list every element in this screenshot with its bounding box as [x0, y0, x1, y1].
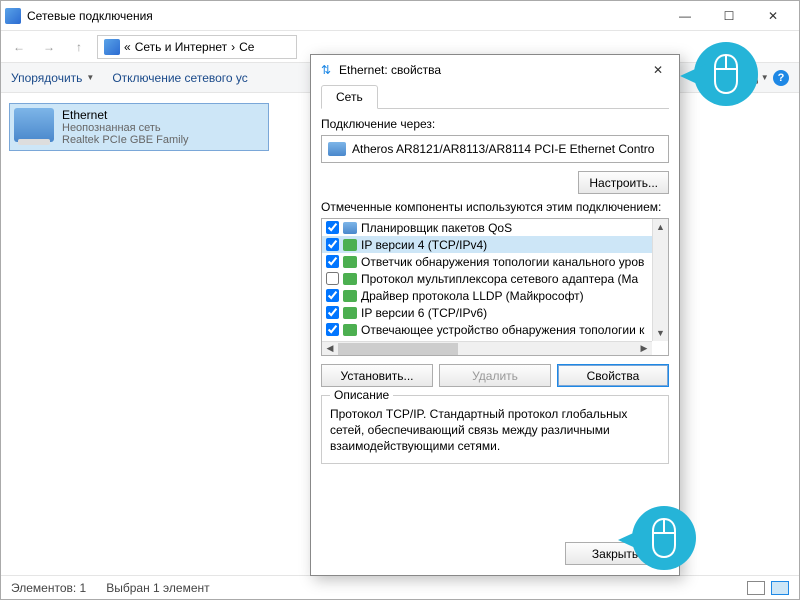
tab-network[interactable]: Сеть [321, 85, 378, 109]
scroll-thumb[interactable] [338, 343, 458, 355]
connect-via-label: Подключение через: [321, 117, 669, 131]
component-row[interactable]: Ответчик обнаружения топологии канальног… [322, 253, 652, 270]
hint-click-close [694, 42, 758, 106]
help-icon[interactable]: ? [773, 70, 789, 86]
dialog-titlebar: ⇅ Ethernet: свойства ✕ [311, 55, 679, 85]
components-listbox[interactable]: Планировщик пакетов QoS IP версии 4 (TCP/… [321, 218, 669, 356]
component-row[interactable]: Планировщик пакетов QoS [322, 219, 652, 236]
protocol-icon [343, 324, 357, 336]
configure-button[interactable]: Настроить... [578, 171, 669, 194]
adapter-item-ethernet[interactable]: Ethernet Неопознанная сеть Realtek PCIe … [9, 103, 269, 151]
breadcrumb[interactable]: « Сеть и Интернет › Се [97, 35, 297, 59]
status-bar: Элементов: 1 Выбран 1 элемент [1, 575, 799, 599]
component-label: IP версии 6 (TCP/IPv6) [361, 306, 487, 320]
organize-menu[interactable]: Упорядочить ▼ [11, 71, 94, 85]
component-checkbox[interactable] [326, 221, 339, 234]
scroll-right-icon[interactable]: ▶ [636, 342, 652, 355]
maximize-button[interactable]: ☐ [707, 2, 751, 30]
ethernet-properties-dialog: ⇅ Ethernet: свойства ✕ Сеть Подключение … [310, 54, 680, 576]
window-title: Сетевые подключения [27, 9, 663, 23]
tab-strip: Сеть [321, 85, 669, 109]
details-view-icon[interactable] [747, 581, 765, 595]
titlebar: Сетевые подключения — ☐ ✕ [1, 1, 799, 31]
component-checkbox[interactable] [326, 255, 339, 268]
component-row[interactable]: IP версии 4 (TCP/IPv4) [322, 236, 652, 253]
adapter-device: Realtek PCIe GBE Family [62, 134, 189, 146]
component-checkbox[interactable] [326, 238, 339, 251]
component-row[interactable]: Отвечающее устройство обнаружения тополо… [322, 321, 652, 338]
hint-click-close-button [632, 506, 696, 570]
component-row[interactable]: Драйвер протокола LLDP (Майкрософт) [322, 287, 652, 304]
component-checkbox[interactable] [326, 323, 339, 336]
network-connections-icon [5, 8, 21, 24]
up-button[interactable]: ↑ [67, 35, 91, 59]
disable-label: Отключение сетевого ус [112, 71, 247, 85]
component-checkbox[interactable] [326, 289, 339, 302]
status-selected: Выбран 1 элемент [106, 581, 209, 595]
component-label: Планировщик пакетов QoS [361, 221, 512, 235]
adapter-full-name: Atheros AR8121/AR8113/AR8114 PCI-E Ether… [352, 142, 654, 156]
adapter-status: Неопознанная сеть [62, 122, 189, 134]
control-panel-icon [104, 39, 120, 55]
adapter-icon [14, 108, 54, 142]
dialog-title: Ethernet: свойства [339, 63, 641, 77]
qos-icon [343, 222, 357, 234]
scroll-down-icon[interactable]: ▼ [653, 325, 668, 341]
component-label: IP версии 4 (TCP/IPv4) [361, 238, 487, 252]
protocol-icon [343, 256, 357, 268]
minimize-button[interactable]: — [663, 2, 707, 30]
breadcrumb-chevron: › [231, 40, 235, 54]
ethernet-icon: ⇅ [319, 63, 333, 77]
components-label: Отмеченные компоненты используются этим … [321, 200, 669, 214]
component-checkbox[interactable] [326, 272, 339, 285]
component-label: Протокол мультиплексора сетевого адаптер… [361, 272, 638, 286]
protocol-icon [343, 307, 357, 319]
adapter-name: Ethernet [62, 108, 189, 122]
status-count: Элементов: 1 [11, 581, 86, 595]
organize-label: Упорядочить [11, 71, 82, 85]
forward-button[interactable]: → [37, 35, 61, 59]
description-title: Описание [330, 388, 393, 402]
tiles-view-icon[interactable] [771, 581, 789, 595]
chevron-down-icon: ▼ [86, 73, 94, 82]
breadcrumb-item-1[interactable]: Сеть и Интернет [135, 40, 227, 54]
horizontal-scrollbar[interactable]: ◀ ▶ [322, 341, 652, 355]
scroll-left-icon[interactable]: ◀ [322, 342, 338, 355]
component-row[interactable]: IP версии 6 (TCP/IPv6) [322, 304, 652, 321]
back-button[interactable]: ← [7, 35, 31, 59]
component-checkbox[interactable] [326, 306, 339, 319]
scroll-up-icon[interactable]: ▲ [653, 219, 668, 235]
breadcrumb-sep: « [124, 40, 131, 54]
component-row[interactable]: Протокол мультиплексора сетевого адаптер… [322, 270, 652, 287]
protocol-icon [343, 273, 357, 285]
properties-button[interactable]: Свойства [557, 364, 669, 387]
breadcrumb-item-2[interactable]: Се [239, 40, 254, 54]
protocol-icon [343, 290, 357, 302]
close-button[interactable]: ✕ [751, 2, 795, 30]
component-label: Ответчик обнаружения топологии канальног… [361, 255, 644, 269]
install-button[interactable]: Установить... [321, 364, 433, 387]
component-label: Отвечающее устройство обнаружения тополо… [361, 323, 644, 337]
disable-device-button[interactable]: Отключение сетевого ус [112, 71, 247, 85]
description-group: Описание Протокол TCP/IP. Стандартный пр… [321, 395, 669, 464]
component-label: Драйвер протокола LLDP (Майкрософт) [361, 289, 584, 303]
description-text: Протокол TCP/IP. Стандартный протокол гл… [330, 406, 660, 455]
protocol-icon [343, 239, 357, 251]
remove-button: Удалить [439, 364, 551, 387]
adapter-display: Atheros AR8121/AR8113/AR8114 PCI-E Ether… [321, 135, 669, 163]
nic-icon [328, 142, 346, 156]
vertical-scrollbar[interactable]: ▲ ▼ [652, 219, 668, 341]
